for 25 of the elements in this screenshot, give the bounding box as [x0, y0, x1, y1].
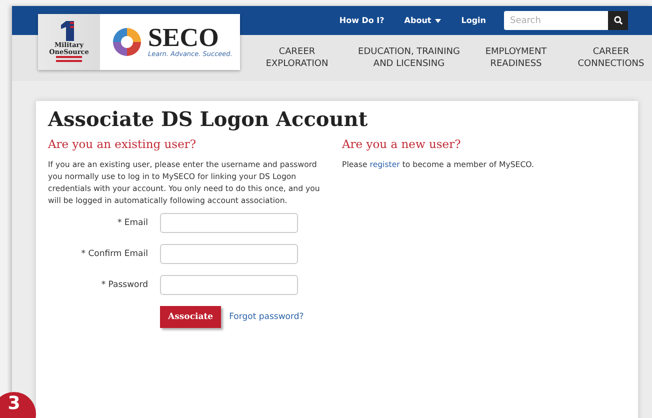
step-badge: 3 [0, 392, 36, 418]
field-label: * Password [100, 280, 149, 290]
forgot-password-link[interactable]: Forgot password? [229, 312, 304, 322]
search-field[interactable]: Search [504, 11, 608, 30]
search-icon [614, 16, 622, 25]
top-nav-link[interactable]: About [404, 16, 442, 25]
stripes-icon [56, 56, 82, 64]
associate-button[interactable]: Associate [160, 306, 222, 328]
field-label: * Confirm Email [80, 249, 149, 260]
main-nav-link[interactable]: EDUCATION, TRAINING AND LICENSING [347, 46, 471, 70]
main-nav-link[interactable]: CAREER EXPLORATION [247, 46, 347, 70]
top-nav-link[interactable]: How Do I? [339, 16, 384, 25]
search-button[interactable] [608, 11, 628, 30]
input-field[interactable] [160, 213, 298, 234]
section-heading: Are you a new user? [342, 137, 462, 151]
section-heading: Are you an existing user? [48, 137, 198, 151]
logo-text: SECO [148, 26, 219, 50]
page-title: Associate DS Logon Account [48, 107, 369, 131]
main-nav-link[interactable]: EMPLOYMENT READINESS [471, 46, 561, 70]
input-field[interactable] [160, 244, 298, 264]
main-nav-link[interactable]: CAREER CONNECTIONS [561, 46, 652, 70]
field-label: * Email [116, 218, 149, 228]
top-nav-link[interactable]: Login [461, 16, 486, 25]
input-field[interactable] [160, 275, 298, 296]
swirl-icon [110, 25, 144, 59]
